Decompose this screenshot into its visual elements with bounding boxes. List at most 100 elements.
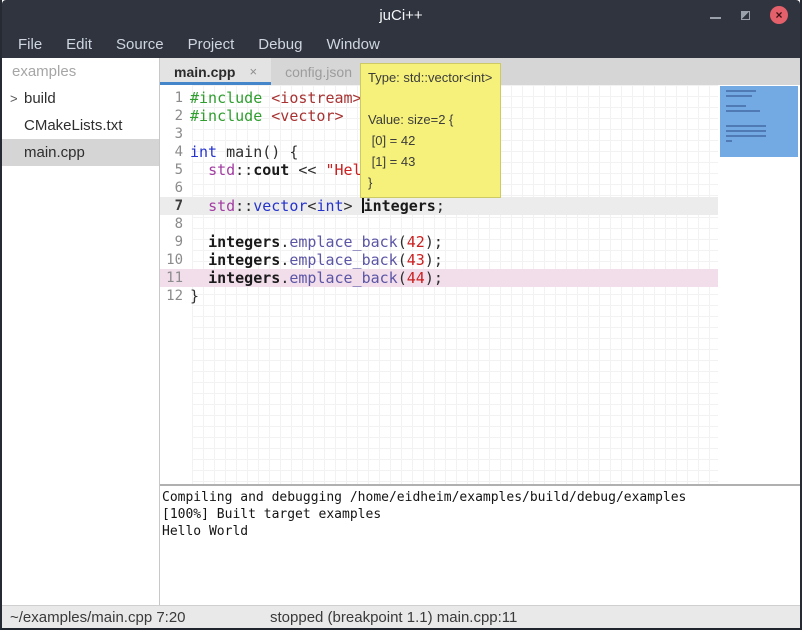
line-number: 4	[160, 143, 190, 161]
menu-item-source[interactable]: Source	[104, 33, 176, 56]
tab-label: main.cpp	[174, 64, 235, 80]
code-text: integers.emplace_back(44);	[190, 269, 443, 287]
code-text: integers.emplace_back(42);	[190, 233, 443, 251]
sidebar-item-cmakelists-txt[interactable]: CMakeLists.txt	[2, 112, 159, 139]
code-line[interactable]: 7 std::vector<int> integers;	[160, 197, 718, 215]
token-bold: cout	[253, 161, 289, 179]
code-text: integers.emplace_back(43);	[190, 251, 443, 269]
token-bold: integers	[208, 233, 280, 251]
line-number: 3	[160, 125, 190, 143]
token-pl	[190, 197, 208, 215]
token-pl: .	[280, 269, 289, 287]
minimap-viewport[interactable]	[720, 86, 798, 157]
line-number: 9	[160, 233, 190, 251]
token-bold: integers	[208, 251, 280, 269]
line-number: 7	[160, 197, 190, 215]
token-kw: int	[190, 143, 217, 161]
title-bar[interactable]: juCi++ ×	[2, 0, 800, 30]
minimap-code-preview	[726, 105, 746, 107]
file-tree-label: CMakeLists.txt	[24, 117, 122, 134]
code-text: #include <vector>	[190, 107, 344, 125]
tooltip-line: [1] = 43	[368, 151, 492, 172]
token-pl: ;	[436, 197, 445, 215]
file-tree-label: build	[24, 90, 56, 107]
expander-icon[interactable]: >	[10, 91, 24, 106]
token-pl	[190, 269, 208, 287]
window-title: juCi++	[2, 7, 800, 24]
tab-main-cpp[interactable]: main.cpp ×	[160, 58, 271, 85]
token-num: 44	[407, 269, 425, 287]
minimap-code-preview	[726, 130, 766, 132]
token-kw: vector	[253, 197, 307, 215]
token-pl: );	[425, 269, 443, 287]
token-pl: (	[398, 269, 407, 287]
tab-label: config.json	[285, 64, 352, 80]
app-window: juCi++ × FileEditSourceProjectDebugWindo…	[0, 0, 802, 630]
token-fn: emplace_back	[289, 233, 397, 251]
line-number: 5	[160, 161, 190, 179]
token-ns: std	[208, 161, 235, 179]
code-line[interactable]: 11 integers.emplace_back(44);	[160, 269, 718, 287]
token-pl: ::	[235, 197, 253, 215]
tab-config-json[interactable]: config.json	[271, 58, 366, 85]
line-number: 10	[160, 251, 190, 269]
token-pl	[190, 161, 208, 179]
terminal-line: [100%] Built target examples	[162, 506, 800, 523]
token-fn: emplace_back	[289, 269, 397, 287]
menu-item-debug[interactable]: Debug	[246, 33, 314, 56]
menu-item-window[interactable]: Window	[314, 33, 391, 56]
sidebar-item-build[interactable]: >build	[2, 85, 159, 112]
code-text: int main() {	[190, 143, 298, 161]
file-tree: >build CMakeLists.txt main.cpp	[2, 85, 159, 166]
minimap-code-preview	[726, 95, 752, 97]
code-text: std::vector<int> integers;	[190, 197, 445, 215]
tab-close-icon[interactable]: ×	[249, 64, 257, 79]
status-file-position: ~/examples/main.cpp 7:20	[10, 609, 186, 626]
token-pl	[190, 251, 208, 269]
menu-item-project[interactable]: Project	[176, 33, 247, 56]
token-pl: (	[398, 233, 407, 251]
token-bold: integers	[208, 269, 280, 287]
token-num: 42	[407, 233, 425, 251]
line-number: 12	[160, 287, 190, 305]
line-number: 1	[160, 89, 190, 107]
close-icon[interactable]: ×	[770, 6, 788, 24]
build-output-terminal[interactable]: Compiling and debugging /home/eidheim/ex…	[160, 484, 800, 605]
token-pl: }	[190, 287, 199, 305]
line-number: 11	[160, 269, 190, 287]
line-number: 2	[160, 107, 190, 125]
line-number: 8	[160, 215, 190, 233]
token-bold: integers	[364, 197, 436, 215]
tooltip-line: Value: size=2 {	[368, 109, 492, 130]
token-hdr: <iostream>	[271, 89, 361, 107]
token-pre: #include	[190, 89, 271, 107]
code-line[interactable]: 9 integers.emplace_back(42);	[160, 233, 718, 251]
token-pl: );	[425, 251, 443, 269]
token-pl: main() {	[217, 143, 298, 161]
code-line[interactable]: 8	[160, 215, 718, 233]
minimize-icon[interactable]	[710, 17, 721, 19]
status-debug-state: stopped (breakpoint 1.1) main.cpp:11	[270, 609, 517, 626]
sidebar-item-main-cpp[interactable]: main.cpp	[2, 139, 159, 166]
code-text: }	[190, 287, 199, 305]
token-pl: <<	[289, 161, 325, 179]
token-pl: ::	[235, 161, 253, 179]
token-num: 43	[407, 251, 425, 269]
menu-item-edit[interactable]: Edit	[54, 33, 104, 56]
token-hdr: <vector>	[271, 107, 343, 125]
sidebar-header: examples	[2, 58, 159, 85]
token-pl: .	[280, 251, 289, 269]
tooltip-line: }	[368, 172, 492, 193]
minimap-code-preview	[726, 110, 760, 112]
minimap-code-preview	[726, 135, 766, 137]
restore-icon[interactable]	[741, 11, 750, 20]
menu-item-file[interactable]: File	[6, 33, 54, 56]
debug-value-tooltip: Type: std::vector<int>Value: size=2 { [0…	[360, 63, 501, 198]
terminal-line: Compiling and debugging /home/eidheim/ex…	[162, 489, 800, 506]
token-kw: int	[316, 197, 343, 215]
code-line[interactable]: 12}	[160, 287, 718, 305]
token-str: "Hel	[325, 161, 361, 179]
token-pre: #include	[190, 107, 271, 125]
code-line[interactable]: 10 integers.emplace_back(43);	[160, 251, 718, 269]
minimap[interactable]	[718, 85, 800, 484]
